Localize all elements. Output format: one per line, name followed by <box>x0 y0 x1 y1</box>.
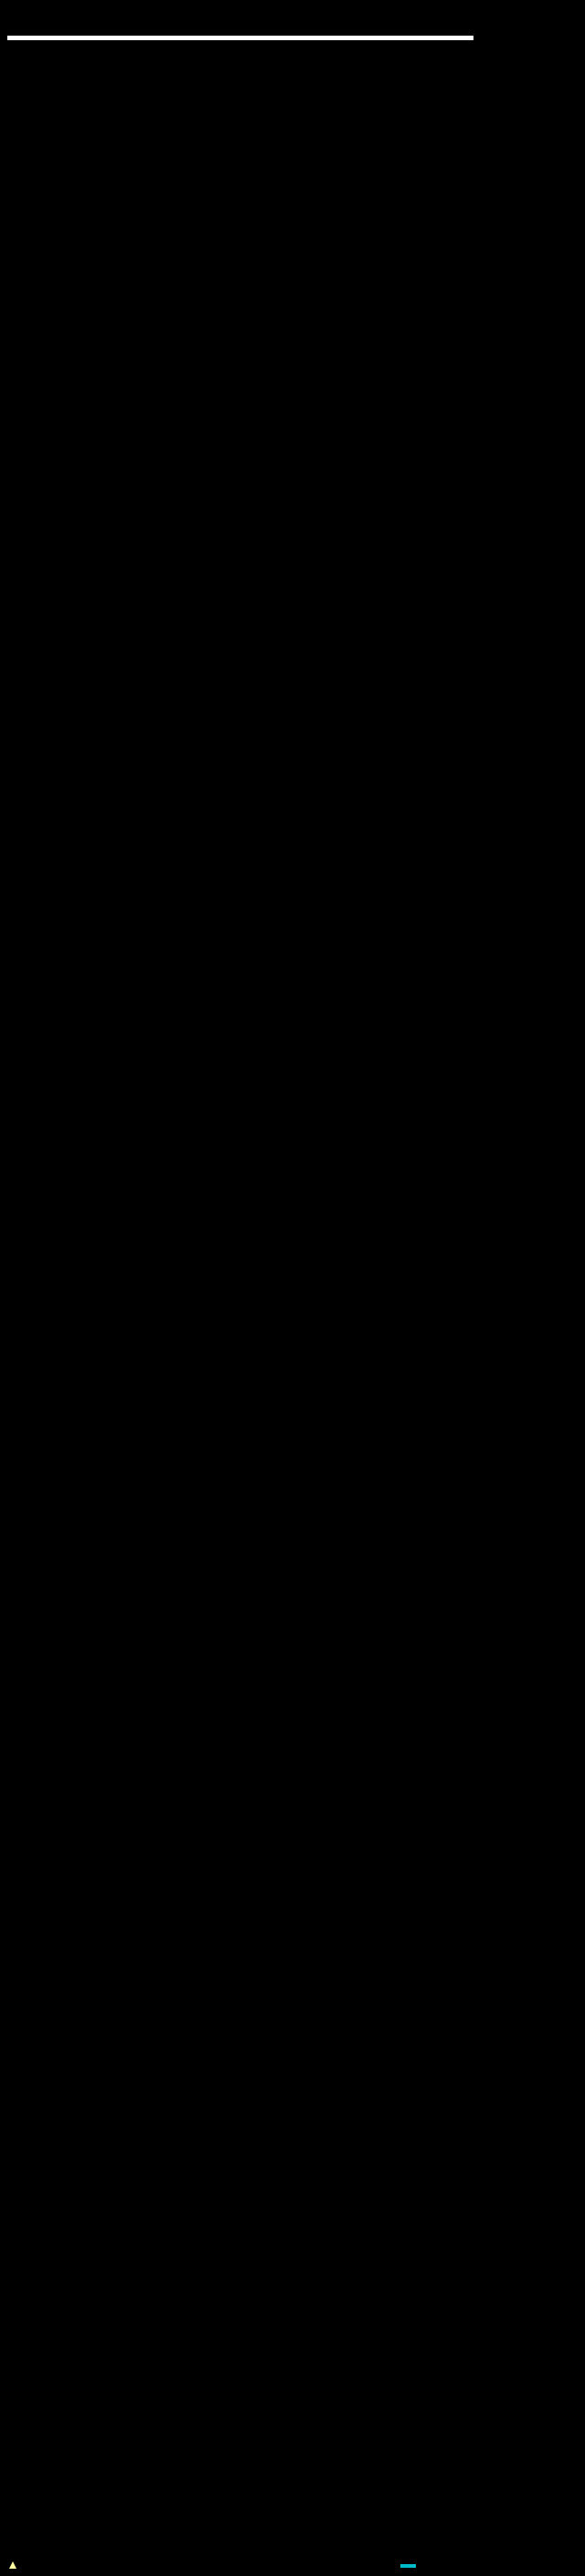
identity-key-bar <box>7 12 578 21</box>
gap-legend <box>7 2559 18 2573</box>
scale-bar-icon <box>400 2563 416 2568</box>
scale-legend <box>400 2559 418 2573</box>
alignment-overview-screen <box>0 0 585 2576</box>
gap-in-query-triangle-icon <box>9 2561 16 2569</box>
query-bar <box>7 36 473 40</box>
